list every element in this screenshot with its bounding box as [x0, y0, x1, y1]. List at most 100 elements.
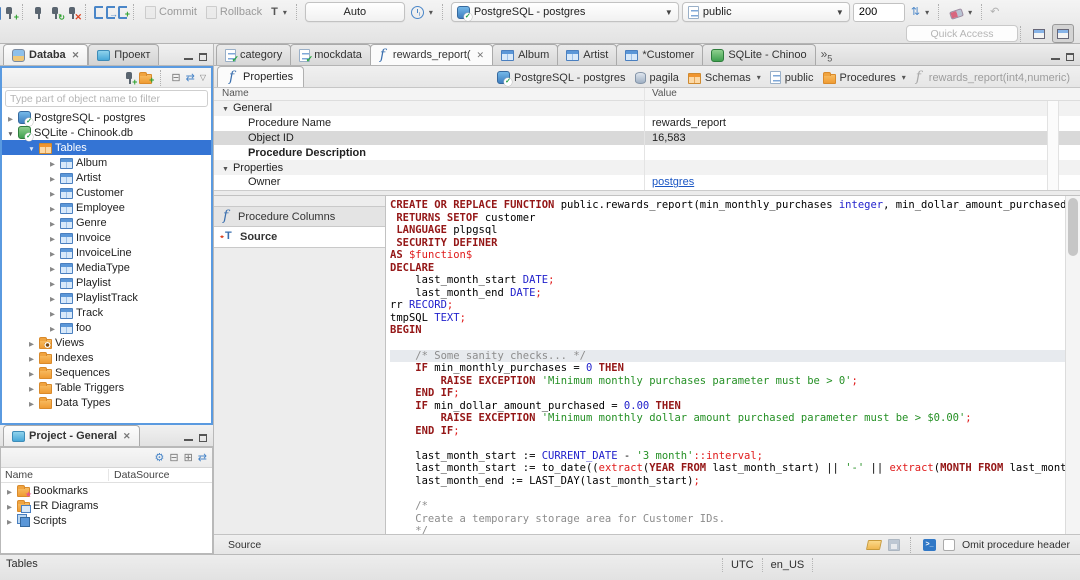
tree-item-table-triggers[interactable]: Table Triggers	[2, 380, 211, 395]
chevron-right-icon[interactable]	[48, 277, 57, 289]
quick-access-input[interactable]	[906, 25, 1018, 42]
history-button[interactable]: ▾	[408, 5, 436, 20]
format-button[interactable]: ▾	[947, 6, 975, 20]
editor-tab-sqlite-chinoo[interactable]: SQLite - Chinoo	[702, 44, 816, 65]
tree-item-scripts[interactable]: Scripts	[1, 513, 212, 528]
transaction-log-button[interactable]: T ▾	[268, 4, 290, 21]
new-folder-icon[interactable]: +	[139, 71, 154, 84]
tree-item-playlisttrack[interactable]: PlaylistTrack	[2, 290, 211, 305]
property-value[interactable]: postgres	[644, 176, 694, 188]
recent-sql-editor-icon[interactable]: →	[106, 5, 118, 19]
tree-item-er-diagrams[interactable]: ER Diagrams	[1, 498, 212, 513]
minimize-button[interactable]	[184, 53, 193, 60]
breadcrumb-item-pagila[interactable]: pagila	[634, 71, 679, 84]
new-sql-editor-icon[interactable]: +	[118, 5, 130, 19]
chevron-down-icon[interactable]	[27, 142, 36, 154]
chevron-down-icon[interactable]: ▾	[902, 73, 906, 82]
chevron-right-icon[interactable]	[27, 397, 36, 409]
commit-button[interactable]: Commit	[142, 5, 200, 20]
chevron-right-icon[interactable]	[6, 112, 15, 124]
save-file-icon[interactable]	[888, 538, 901, 551]
breadcrumb-item-schemas[interactable]: Schemas ▾	[687, 72, 761, 84]
tree-item-employee[interactable]: Employee	[2, 200, 211, 215]
maximize-button[interactable]	[199, 53, 207, 61]
property-row-properties[interactable]: ▼ Properties	[214, 160, 1080, 175]
link-editor-icon[interactable]: ⇄	[198, 452, 207, 464]
tab-project-general[interactable]: Project - General ✕	[3, 425, 140, 446]
tree-item-postgresql-postgres[interactable]: PostgreSQL - postgres	[2, 110, 211, 126]
breadcrumb-item-procedures[interactable]: Procedures ▾	[822, 71, 906, 84]
view-menu-icon[interactable]: ▽	[200, 72, 206, 84]
close-icon[interactable]: ✕	[72, 50, 80, 61]
close-icon[interactable]: ✕	[477, 50, 485, 61]
tree-item-sqlite-chinook-db[interactable]: SQLite - Chinook.db	[2, 125, 211, 141]
disconnect-icon[interactable]	[31, 5, 45, 20]
tree-item-mediatype[interactable]: MediaType	[2, 260, 211, 275]
editor-tab-customer[interactable]: *Customer	[616, 44, 704, 65]
chevron-right-icon[interactable]	[5, 500, 14, 512]
property-row-procedure-description[interactable]: Procedure Description	[214, 145, 1080, 160]
open-file-icon[interactable]	[865, 539, 883, 550]
tree-item-genre[interactable]: Genre	[2, 215, 211, 230]
undo-icon[interactable]: ↶	[990, 5, 999, 20]
new-object-icon[interactable]	[0, 6, 1, 20]
tab-properties[interactable]: Properties	[217, 66, 305, 87]
chevron-right-icon[interactable]	[27, 382, 36, 394]
chevron-right-icon[interactable]	[48, 262, 57, 274]
connect-icon[interactable]: +	[2, 5, 19, 21]
chevron-right-icon[interactable]	[48, 187, 57, 199]
chevron-right-icon[interactable]	[48, 307, 57, 319]
tree-item-invoice[interactable]: Invoice	[2, 230, 211, 245]
link-editor-icon[interactable]: ⇄	[186, 72, 195, 84]
tree-item-data-types[interactable]: Data Types	[2, 395, 211, 410]
console-icon[interactable]: >_	[923, 538, 937, 551]
grid-scrollbar[interactable]	[1047, 101, 1059, 190]
close-icon[interactable]: ✕	[123, 431, 131, 442]
chevron-right-icon[interactable]	[48, 247, 57, 259]
tree-item-foo[interactable]: foo	[2, 320, 211, 335]
object-filter-input[interactable]	[5, 90, 208, 107]
chevron-right-icon[interactable]	[48, 292, 57, 304]
chevron-down-icon[interactable]: ▾	[757, 73, 761, 82]
disconnect-all-icon[interactable]: ✕	[65, 5, 82, 21]
editor-tab-category[interactable]: category	[216, 44, 292, 65]
column-datasource[interactable]: DataSource	[109, 469, 169, 481]
chevron-right-icon[interactable]	[48, 172, 57, 184]
collapse-all-icon[interactable]: ⊟	[169, 452, 178, 464]
tree-item-views[interactable]: Views	[2, 335, 211, 350]
status-timezone[interactable]: UTC	[731, 559, 754, 571]
tab-database-navigator[interactable]: Databa ✕	[3, 44, 89, 65]
chevron-right-icon[interactable]	[27, 337, 36, 349]
subtab-procedure-columns[interactable]: Procedure Columns	[214, 206, 385, 227]
fetch-all-button[interactable]: ⇅ ▾	[908, 4, 932, 21]
grid-column-value[interactable]: Value	[644, 88, 677, 100]
reconnect-icon[interactable]: ↻	[48, 5, 65, 22]
chevron-down-icon[interactable]	[6, 127, 15, 139]
breadcrumb-item-public[interactable]: public	[769, 71, 814, 84]
fetch-size-input[interactable]	[852, 2, 905, 22]
property-row-object-id[interactable]: Object ID 16,583	[214, 130, 1080, 146]
chevron-down-icon[interactable]: ▼	[222, 166, 229, 173]
dbeaver-perspective-button[interactable]	[1052, 24, 1074, 43]
chevron-right-icon[interactable]	[27, 367, 36, 379]
chevron-right-icon[interactable]	[5, 515, 14, 527]
breadcrumb-item-postgresql-postgres[interactable]: PostgreSQL - postgres	[497, 71, 626, 86]
chevron-down-icon[interactable]: ▼	[222, 106, 229, 113]
source-area[interactable]: CREATE OR REPLACE FUNCTION public.reward…	[386, 196, 1080, 534]
minimize-button[interactable]	[184, 434, 193, 441]
open-perspective-button[interactable]	[1028, 24, 1050, 43]
schema-select[interactable]: public ▼	[681, 2, 850, 22]
column-name[interactable]: Name	[1, 469, 109, 481]
scrollbar-thumb[interactable]	[1068, 198, 1078, 256]
expand-all-icon[interactable]: ⊞	[184, 452, 193, 464]
tab-projects[interactable]: Проект	[88, 44, 160, 65]
new-connection-icon[interactable]: +	[122, 70, 137, 87]
tree-item-bookmarks[interactable]: Bookmarks	[1, 483, 212, 499]
chevron-right-icon[interactable]	[48, 232, 57, 244]
tab-overflow-button[interactable]: »5	[815, 47, 839, 65]
grid-column-name[interactable]: Name	[214, 88, 644, 100]
tree-item-indexes[interactable]: Indexes	[2, 350, 211, 365]
editor-tab-artist[interactable]: Artist	[557, 44, 618, 65]
gear-icon[interactable]: ⚙	[154, 452, 164, 464]
source-scrollbar[interactable]	[1065, 196, 1080, 534]
